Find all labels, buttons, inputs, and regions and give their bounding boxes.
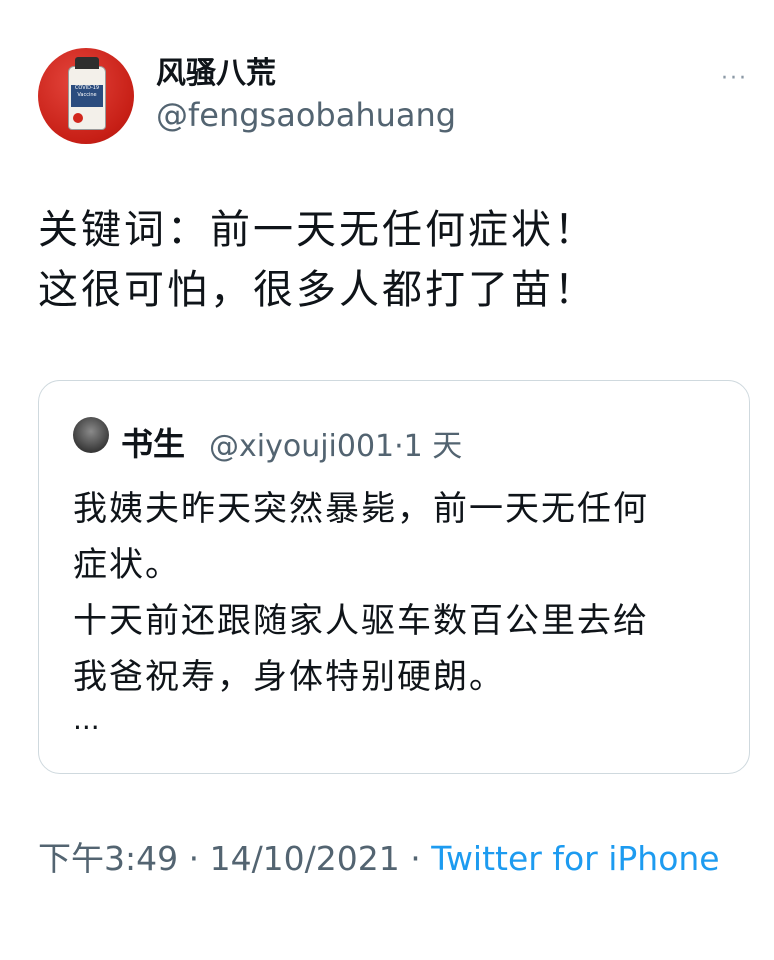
- source-link[interactable]: Twitter for iPhone: [431, 839, 719, 878]
- tweet-line: 这很可怕，很多人都打了苗！: [38, 267, 597, 313]
- avatar[interactable]: COVID-19 Vaccine: [38, 48, 134, 144]
- more-options-icon[interactable]: ···: [721, 66, 748, 91]
- quoted-text: 我姨夫昨天突然暴毙，前一天无任何 症状。 十天前还跟随家人驱车数百公里去给 我爸…: [73, 481, 723, 705]
- quoted-line: 我姨夫昨天突然暴毙，前一天无任何: [73, 489, 649, 529]
- author-handle[interactable]: @fengsaobahuang: [156, 96, 456, 134]
- quoted-handle-time: @xiyouji001·1 天: [209, 429, 463, 464]
- quoted-line: 我爸祝寿，身体特别硬朗。: [73, 657, 505, 697]
- avatar-label: COVID-19 Vaccine: [71, 85, 103, 107]
- tweet-text: 关键词：前一天无任何症状！ 这很可怕，很多人都打了苗！: [38, 200, 738, 320]
- quoted-avatar: [73, 417, 109, 453]
- tweet-header: COVID-19 Vaccine 风骚八荒 @fengsaobahuang ··…: [38, 48, 758, 148]
- quoted-tweet-card[interactable]: 书生 @xiyouji001·1 天 我姨夫昨天突然暴毙，前一天无任何 症状。 …: [38, 380, 750, 774]
- quoted-ellipsis: ...: [73, 703, 100, 736]
- author-display-name[interactable]: 风骚八荒: [156, 48, 276, 92]
- tweet-line: 关键词：前一天无任何症状！: [38, 207, 597, 253]
- tweet-footer: 下午3:49 · 14/10/2021 · Twitter for iPhone: [38, 832, 728, 886]
- timestamp[interactable]: 下午3:49 · 14/10/2021 ·: [38, 839, 431, 878]
- quoted-line: 症状。: [73, 545, 181, 585]
- quoted-line: 十天前还跟随家人驱车数百公里去给: [73, 601, 649, 641]
- vaccine-bottle-icon: COVID-19 Vaccine: [68, 57, 106, 130]
- quoted-display-name: 书生: [121, 425, 186, 463]
